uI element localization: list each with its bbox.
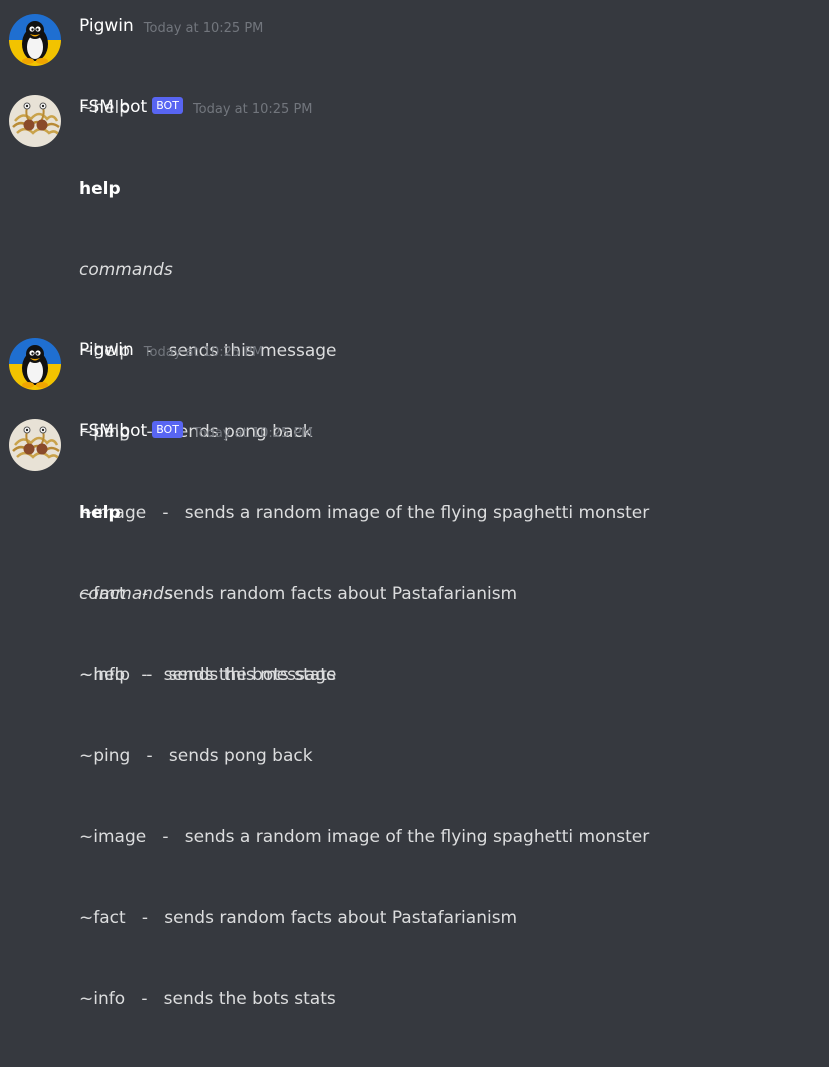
username[interactable]: FSM bot: [79, 97, 147, 117]
command-line: ~ping - sends pong back: [79, 746, 313, 766]
command-line: ~help - sends this message: [79, 665, 337, 685]
embed-subtitle: commands: [79, 584, 173, 604]
timestamp[interactable]: Today at 10:25 PM: [144, 21, 264, 36]
bot-badge: BOT: [152, 420, 183, 438]
spaghetti-monster-avatar-icon[interactable]: [9, 95, 61, 147]
embed-title: help: [79, 179, 121, 199]
username[interactable]: Pigwin: [79, 340, 134, 360]
username[interactable]: FSM bot: [79, 421, 147, 441]
message-header: Pigwin Today at 10:25 PM: [79, 14, 263, 38]
spaghetti-monster-avatar-icon[interactable]: [9, 419, 61, 471]
chat-messages: Pigwin Today at 10:25 PM ~help FSM bot B…: [0, 0, 829, 1009]
command-line: ~info - sends the bots stats: [79, 989, 336, 1009]
timestamp[interactable]: Today at 10:25 PM: [193, 426, 313, 441]
message-header: FSM bot BOT Today at 10:25 PM: [79, 95, 313, 119]
embed-subtitle: commands: [79, 260, 173, 280]
command-line: ~image - sends a random image of the fly…: [79, 827, 650, 847]
message-header: Pigwin Today at 10:25 PM: [79, 338, 263, 362]
penguin-avatar-icon[interactable]: [9, 338, 61, 390]
bot-badge: BOT: [152, 96, 183, 114]
embed-title: help: [79, 503, 121, 523]
command-line: ~fact - sends random facts about Pastafa…: [79, 908, 518, 928]
penguin-avatar-icon[interactable]: [9, 14, 61, 66]
username[interactable]: Pigwin: [79, 16, 134, 36]
timestamp[interactable]: Today at 10:25 PM: [193, 102, 313, 117]
timestamp[interactable]: Today at 10:25 PM: [144, 345, 264, 360]
message-header: FSM bot BOT Today at 10:25 PM: [79, 419, 313, 443]
message-content: help commands ~help - sends this message…: [79, 446, 649, 1067]
